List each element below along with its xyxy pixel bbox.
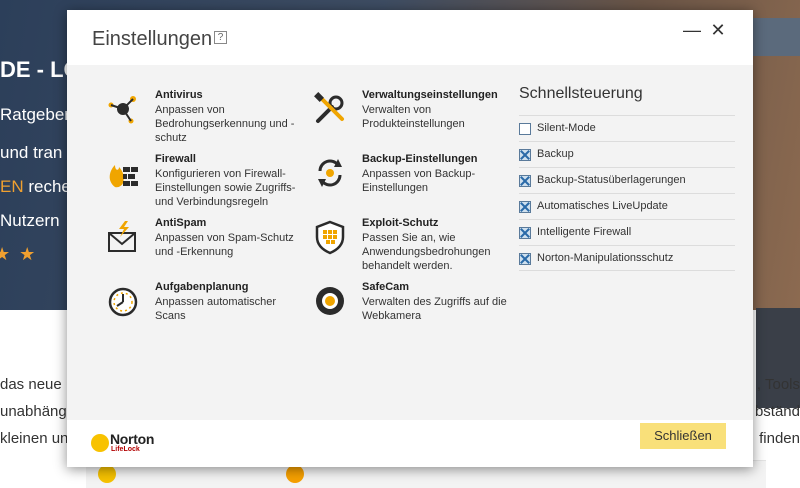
background-text: kleinen un xyxy=(0,430,69,447)
logo-text: Norton xyxy=(110,431,155,447)
setting-title: Aufgabenplanung xyxy=(155,281,249,293)
setting-description: Anpassen von Backup-Einstellungen xyxy=(362,168,476,194)
background-logo-icon xyxy=(286,465,304,483)
quick-controls-title: Schnellsteuerung xyxy=(519,85,643,102)
setting-aufgabenplanung[interactable]: Aufgabenplanung Anpassen automatischer S… xyxy=(105,281,305,343)
rating-stars: ★ ★ xyxy=(0,244,38,264)
checkbox[interactable] xyxy=(519,175,531,187)
setting-description: Verwalten von Produkteinstellungen xyxy=(362,104,465,130)
quick-control-label: Backup-Statusüberlagerungen xyxy=(537,174,686,186)
background-text: das neue I xyxy=(0,376,71,393)
setting-safecam[interactable]: SafeCam Verwalten des Zugriffs auf die W… xyxy=(312,281,512,343)
firewall-icon xyxy=(109,165,138,188)
setting-title: SafeCam xyxy=(362,281,410,293)
norton-logo: Norton LifeLock xyxy=(91,431,163,457)
quick-control-backup-status-overlays[interactable]: Backup-Statusüberlagerungen xyxy=(519,167,735,193)
setting-verwaltung[interactable]: Verwaltungseinstellungen Verwalten von P… xyxy=(312,89,512,151)
backup-icon xyxy=(318,159,342,187)
quick-control-backup[interactable]: Backup xyxy=(519,141,735,167)
quick-control-label: Automatisches LiveUpdate xyxy=(537,200,668,212)
setting-title: Firewall xyxy=(155,153,196,165)
antispam-icon xyxy=(108,221,136,252)
hero-text-line: Nutzern xyxy=(0,211,60,230)
setting-antispam[interactable]: AntiSpam Anpassen von Spam-Schutz und -E… xyxy=(105,217,305,279)
checkbox[interactable] xyxy=(519,253,531,265)
checkbox[interactable] xyxy=(519,227,531,239)
background-text: unabhängi xyxy=(0,403,71,420)
norton-check-icon xyxy=(91,434,109,452)
background-logo-icon xyxy=(98,465,116,483)
close-window-button[interactable]: ✕ xyxy=(707,20,729,42)
background-text: finden xyxy=(759,430,800,447)
minimize-button[interactable]: — xyxy=(681,20,703,42)
shield-icon xyxy=(315,220,345,255)
background-side-strip xyxy=(756,308,800,408)
hero-text-line: Ratgeber xyxy=(0,105,70,124)
tools-icon xyxy=(314,92,344,123)
hero-text-line: und tran xyxy=(0,143,63,162)
quick-control-silent-mode[interactable]: Silent-Mode xyxy=(519,115,735,141)
quick-control-label: Backup xyxy=(537,148,574,160)
setting-title: Antivirus xyxy=(155,89,203,101)
checkbox[interactable] xyxy=(519,149,531,161)
quick-control-liveupdate[interactable]: Automatisches LiveUpdate xyxy=(519,193,735,219)
background-text: , Tools xyxy=(756,376,800,393)
checkbox[interactable] xyxy=(519,201,531,213)
setting-description: Anpassen automatischer Scans xyxy=(155,296,277,322)
webcam-icon xyxy=(316,287,344,315)
setting-antivirus[interactable]: Antivirus Anpassen von Bedrohungserkennu… xyxy=(105,89,305,151)
setting-description: Anpassen von Bedrohungserkennung und -sc… xyxy=(155,104,295,144)
settings-dialog: Einstellungen ? — ✕ Antivirus Anpassen v… xyxy=(67,10,753,467)
setting-title: Backup-Einstellungen xyxy=(362,153,478,165)
close-button[interactable]: Schließen xyxy=(640,423,726,449)
setting-exploit-schutz[interactable]: Exploit-Schutz Passen Sie an, wie Anwend… xyxy=(312,217,512,279)
setting-title: Exploit-Schutz xyxy=(362,217,439,229)
hero-accent-text: EN xyxy=(0,177,24,196)
checkbox[interactable] xyxy=(519,123,531,135)
quick-control-label: Norton-Manipulationsschutz xyxy=(537,252,674,264)
clock-icon xyxy=(108,287,138,317)
hero-text: reche xyxy=(23,177,71,196)
setting-title: Verwaltungseinstellungen xyxy=(362,89,498,101)
logo-subtext: LifeLock xyxy=(111,446,140,453)
setting-description: Passen Sie an, wie Anwendungsbedrohungen… xyxy=(362,232,491,272)
hero-side-box xyxy=(752,18,800,56)
dialog-title: Einstellungen xyxy=(92,28,213,50)
hero-text-line: EN reche xyxy=(0,177,71,197)
quick-control-label: Intelligente Firewall xyxy=(537,226,632,238)
help-icon[interactable]: ? xyxy=(214,31,227,44)
quick-control-label: Silent-Mode xyxy=(537,122,596,134)
quick-control-tamper-protection[interactable]: Norton-Manipulationsschutz xyxy=(519,245,735,271)
quick-control-smart-firewall[interactable]: Intelligente Firewall xyxy=(519,219,735,245)
setting-title: AntiSpam xyxy=(155,217,207,229)
setting-description: Konfigurieren von Firewall-Einstellungen… xyxy=(155,168,296,208)
setting-description: Verwalten des Zugriffs auf die Webkamera xyxy=(362,296,507,322)
background-text: bständ xyxy=(754,403,800,420)
antivirus-icon xyxy=(108,96,136,124)
dialog-body: Antivirus Anpassen von Bedrohungserkennu… xyxy=(67,65,753,420)
setting-firewall[interactable]: Firewall Konfigurieren von Firewall-Eins… xyxy=(105,153,305,215)
setting-backup[interactable]: Backup-Einstellungen Anpassen von Backup… xyxy=(312,153,512,215)
setting-description: Anpassen von Spam-Schutz und -Erkennung xyxy=(155,232,294,258)
dialog-header: Einstellungen ? — ✕ xyxy=(67,10,753,65)
dialog-footer: Norton LifeLock Schließen xyxy=(67,420,753,467)
quick-controls-panel: Schnellsteuerung Silent-Mode Backup Back… xyxy=(519,85,735,271)
